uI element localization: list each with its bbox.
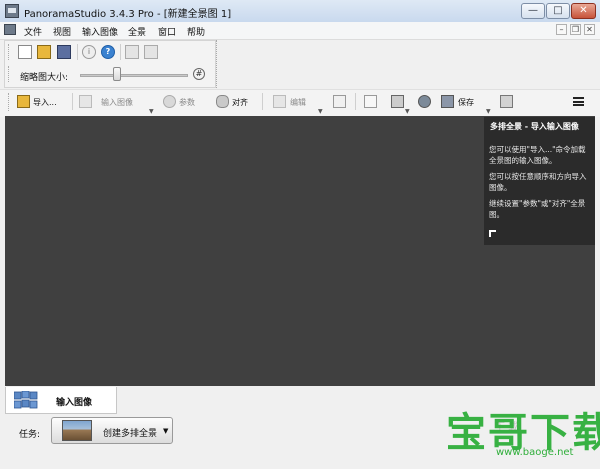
toolbar-separator: [262, 93, 263, 110]
chevron-down-icon: ▼: [163, 427, 169, 435]
toolbar-gripper[interactable]: [8, 93, 11, 111]
close-button[interactable]: ✕: [571, 3, 596, 19]
watermark-url: www.baoge.net: [496, 447, 574, 458]
menu-panorama[interactable]: 全景: [128, 25, 146, 38]
quick-separator: [77, 44, 78, 60]
save-panorama-icon: [441, 95, 454, 108]
app-icon[interactable]: [5, 4, 19, 18]
toolbar-gripper[interactable]: [8, 44, 11, 60]
panel-gripper[interactable]: [216, 40, 219, 88]
dropdown-arrow-icon[interactable]: ▼: [405, 108, 410, 115]
align-icon: [216, 95, 229, 108]
thumbnail-size-slider[interactable]: [80, 74, 188, 77]
dropdown-arrow-icon[interactable]: ▼: [486, 108, 491, 115]
help-panel: 多排全景 - 导入输入图像 您可以使用"导入..."命令加载全景图的输入图像。 …: [484, 117, 595, 245]
menu-hamburger-icon[interactable]: [573, 97, 584, 106]
tab-label: 输入图像: [56, 398, 93, 408]
new-file-icon[interactable]: [18, 45, 32, 59]
grid-toggle-icon[interactable]: #: [193, 68, 205, 80]
align-button[interactable]: 对齐: [232, 97, 248, 108]
export-icon[interactable]: [364, 95, 377, 108]
task-selector-label: 创建多排全景: [103, 429, 158, 439]
menu-file[interactable]: 文件: [24, 25, 42, 38]
slider-handle[interactable]: [113, 67, 121, 81]
help-paragraph: 您可以按任意顺序和方向导入图像。: [489, 172, 587, 192]
mdi-close-button[interactable]: ✕: [584, 24, 595, 35]
dropdown-arrow-icon[interactable]: ▼: [149, 108, 154, 115]
rotate-left-icon[interactable]: [125, 45, 139, 59]
thumbnail-size-label: 缩略图大小:: [20, 73, 69, 83]
help-paragraph: 您可以使用"导入..."命令加载全景图的输入图像。: [489, 145, 586, 165]
minimize-button[interactable]: —: [521, 3, 545, 19]
params-button[interactable]: 参数: [179, 97, 195, 108]
effects-icon[interactable]: [418, 95, 431, 108]
open-folder-icon[interactable]: [37, 45, 51, 59]
import-button[interactable]: 导入...: [33, 97, 57, 108]
mdi-restore-button[interactable]: ❐: [570, 24, 581, 35]
print-icon[interactable]: [500, 95, 513, 108]
info-icon[interactable]: i: [82, 45, 96, 59]
collapse-corner-icon[interactable]: [489, 230, 496, 237]
maximize-button[interactable]: □: [546, 3, 570, 19]
quick-separator: [120, 44, 121, 60]
help-title: 多排全景 - 导入输入图像: [490, 122, 579, 131]
toolbar-gripper[interactable]: [8, 66, 11, 82]
help-icon[interactable]: ?: [101, 45, 115, 59]
document-icon[interactable]: [4, 24, 16, 35]
save-button[interactable]: 保存: [458, 97, 474, 108]
menu-window[interactable]: 窗口: [158, 25, 176, 38]
params-icon: [163, 95, 176, 108]
edit-icon: [273, 95, 286, 108]
rotate-right-icon[interactable]: [144, 45, 158, 59]
toolbar-separator: [355, 93, 356, 110]
edit-button[interactable]: 编辑: [290, 97, 306, 108]
input-images-icon: [14, 391, 38, 409]
import-icon: [17, 95, 30, 108]
crop-icon[interactable]: [333, 95, 346, 108]
panorama-thumbnail-icon: [62, 420, 92, 441]
menu-input-image[interactable]: 输入图像: [82, 25, 118, 38]
toolbar-separator: [72, 93, 73, 110]
task-label: 任务:: [19, 430, 41, 440]
help-paragraph: 继续设置"参数"或"对齐"全景图。: [489, 199, 586, 219]
input-image-icon: [79, 95, 92, 108]
save-disk-icon[interactable]: [57, 45, 71, 59]
window-title: PanoramaStudio 3.4.3 Pro - [新建全景图 1]: [24, 9, 232, 20]
render-icon[interactable]: [391, 95, 404, 108]
input-image-button[interactable]: 输入图像: [101, 97, 133, 108]
dropdown-arrow-icon[interactable]: ▼: [318, 108, 323, 115]
menu-help[interactable]: 帮助: [187, 25, 205, 38]
mdi-minimize-button[interactable]: –: [556, 24, 567, 35]
menu-view[interactable]: 视图: [53, 25, 71, 38]
